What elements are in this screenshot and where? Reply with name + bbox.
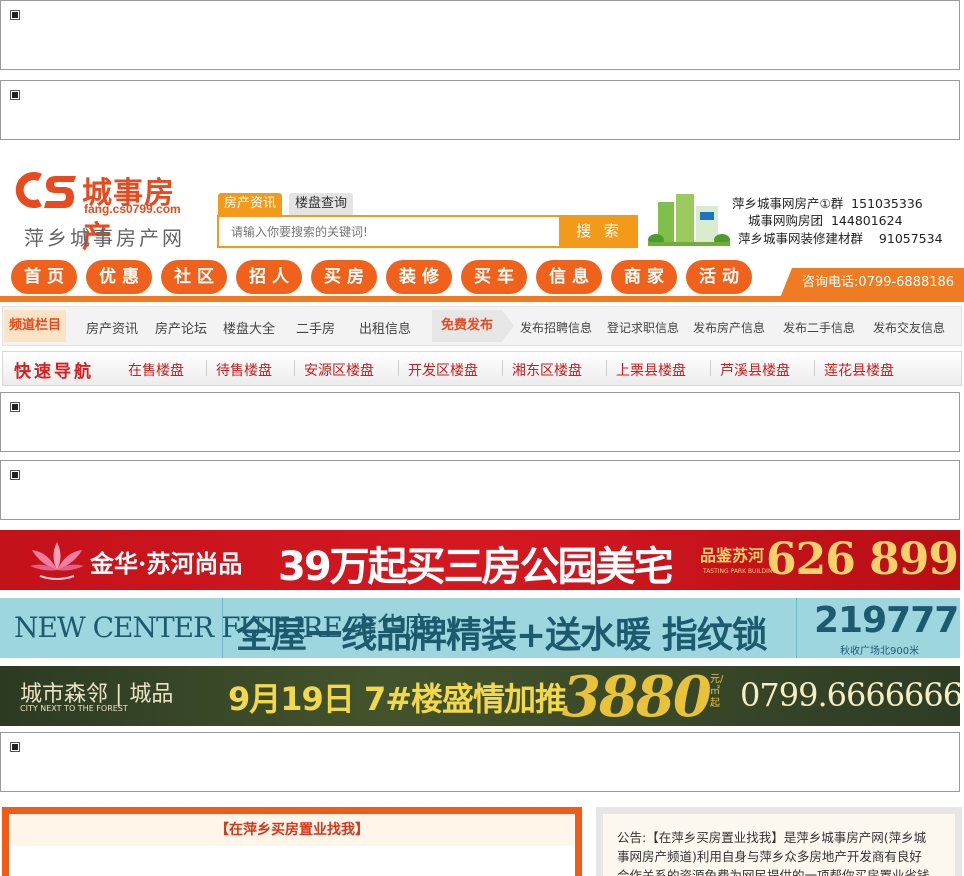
ad-frame-4	[0, 460, 960, 520]
lotus-icon	[30, 542, 84, 580]
nav-item-info[interactable]: 信息	[536, 260, 602, 294]
qq-groups-banner[interactable]: 萍乡城事网房产①群 151035336 城事网购房团 144801624 萍乡城…	[648, 188, 962, 250]
divider	[796, 598, 797, 658]
banner-price-unit: 元/㎡起	[710, 674, 724, 709]
nav-item-jobs[interactable]: 招人	[236, 260, 302, 294]
notice-text: 公告:【在萍乡买房置业找我】是萍乡城事房产网(萍乡城事网房产频道)利用自身与萍乡…	[617, 830, 930, 876]
separator	[294, 360, 295, 376]
free-publish-label: 免费发布	[432, 310, 502, 342]
qq-group-3: 萍乡城事网装修建材群 91057534	[738, 231, 943, 246]
broken-image-icon	[10, 402, 20, 412]
channel-link-second-hand[interactable]: 二手房	[296, 318, 335, 337]
quick-nav-luxi[interactable]: 芦溪县楼盘	[720, 360, 790, 380]
banner-headline: 全屋一线品牌精装+送水暖 指纹锁	[236, 615, 768, 656]
buildings-icon	[648, 194, 730, 246]
banner-headline: 9月19日 7#楼盛情加推	[228, 680, 567, 718]
banner-brand-en: CITY NEXT TO THE FOREST	[20, 704, 128, 713]
banner-chengpin[interactable]: 城市森邻 | 城品 CITY NEXT TO THE FOREST 9月19日 …	[0, 666, 960, 726]
separator	[606, 360, 607, 376]
banner-phone: 0799.6666666	[740, 676, 960, 714]
channel-link-news[interactable]: 房产资讯	[86, 318, 138, 337]
logo-url: fang.cs0799.com	[84, 202, 181, 216]
logo-subtitle: 萍乡城事房产网	[24, 226, 185, 250]
buy-house-panel-title: 【在萍乡买房置业找我】	[10, 814, 574, 846]
search-tab-property[interactable]: 楼盘查询	[289, 193, 353, 215]
quick-nav-upcoming[interactable]: 待售楼盘	[216, 360, 272, 380]
publish-dating-link[interactable]: 发布交友信息	[873, 319, 945, 336]
channel-link-rentals[interactable]: 出租信息	[359, 318, 411, 337]
banner-headline: 39万起买三房公园美宅	[278, 544, 674, 590]
publish-jobs-link[interactable]: 发布招聘信息	[520, 319, 592, 336]
channel-link-projects[interactable]: 楼盘大全	[223, 318, 275, 337]
broken-image-icon	[10, 470, 20, 480]
ad-frame-5	[0, 732, 960, 792]
nav-item-buy-house[interactable]: 买房	[311, 260, 377, 294]
quick-nav-xiangdong[interactable]: 湘东区楼盘	[512, 360, 582, 380]
quick-nav-kaifa[interactable]: 开发区楼盘	[408, 360, 478, 380]
quick-nav-anyuan[interactable]: 安源区楼盘	[304, 360, 374, 380]
search-tab-news[interactable]: 房产资讯	[218, 193, 282, 215]
site-logo[interactable]: 城事房产 fang.cs0799.com 萍乡城事房产网	[8, 166, 198, 255]
broken-image-icon	[10, 90, 20, 100]
ad-frame-1	[0, 0, 960, 70]
nav-item-deals[interactable]: 优惠	[86, 260, 152, 294]
divider	[222, 598, 223, 658]
channel-link-forum[interactable]: 房产论坛	[155, 318, 207, 337]
banner-address: 秋收广场北900米	[840, 646, 920, 657]
banner-price: 3880	[562, 666, 712, 726]
nav-item-merchants[interactable]: 商家	[611, 260, 677, 294]
publish-resume-link[interactable]: 登记求职信息	[607, 319, 679, 336]
separator	[206, 360, 207, 376]
ad-frame-3	[0, 392, 960, 452]
search-box	[217, 215, 561, 248]
quick-nav-shangli[interactable]: 上栗县楼盘	[616, 360, 686, 380]
nav-item-home[interactable]: 首页	[11, 260, 77, 294]
ad-frame-2	[0, 80, 960, 140]
publish-property-link[interactable]: 发布房产信息	[693, 319, 765, 336]
nav-item-community[interactable]: 社区	[161, 260, 227, 294]
banner-side: 品鉴苏河	[700, 546, 765, 565]
banner-suhe[interactable]: 金华·苏河尚品 39万起买三房公园美宅 品鉴苏河 TASTING PARK BU…	[0, 530, 960, 590]
qq-group-2: 城事网购房团 144801624	[748, 213, 903, 228]
banner-phone: 2197777	[814, 600, 960, 641]
channel-bar-title: 频道栏目	[4, 310, 66, 342]
separator	[398, 360, 399, 376]
separator	[710, 360, 711, 376]
separator	[502, 360, 503, 376]
quick-nav-title: 快速导航	[14, 362, 94, 382]
cs-logo-icon	[15, 172, 76, 208]
broken-image-icon	[10, 742, 20, 752]
publish-second-hand-link[interactable]: 发布二手信息	[783, 319, 855, 336]
broken-image-icon	[10, 10, 20, 20]
banner-brand: 金华·苏河尚品	[90, 549, 243, 578]
search-button[interactable]: 搜 索	[561, 215, 638, 248]
quick-nav-lianhua[interactable]: 莲花县楼盘	[824, 360, 894, 380]
nav-item-events[interactable]: 活动	[686, 260, 752, 294]
banner-yonghuating[interactable]: NEW CENTER FUTURE 雍华庭² 全屋一线品牌精装+送水暖 指纹锁 …	[0, 598, 960, 658]
banner-phone: 626 8999	[766, 534, 960, 585]
separator	[814, 360, 815, 376]
nav-item-decoration[interactable]: 装修	[386, 260, 452, 294]
search-input[interactable]	[219, 217, 559, 246]
hotline: 咨询电话:0799-6888186	[780, 268, 964, 298]
arrow-right-icon	[502, 310, 514, 342]
nav-item-buy-car[interactable]: 买车	[461, 260, 527, 294]
quick-nav-on-sale[interactable]: 在售楼盘	[128, 360, 184, 380]
